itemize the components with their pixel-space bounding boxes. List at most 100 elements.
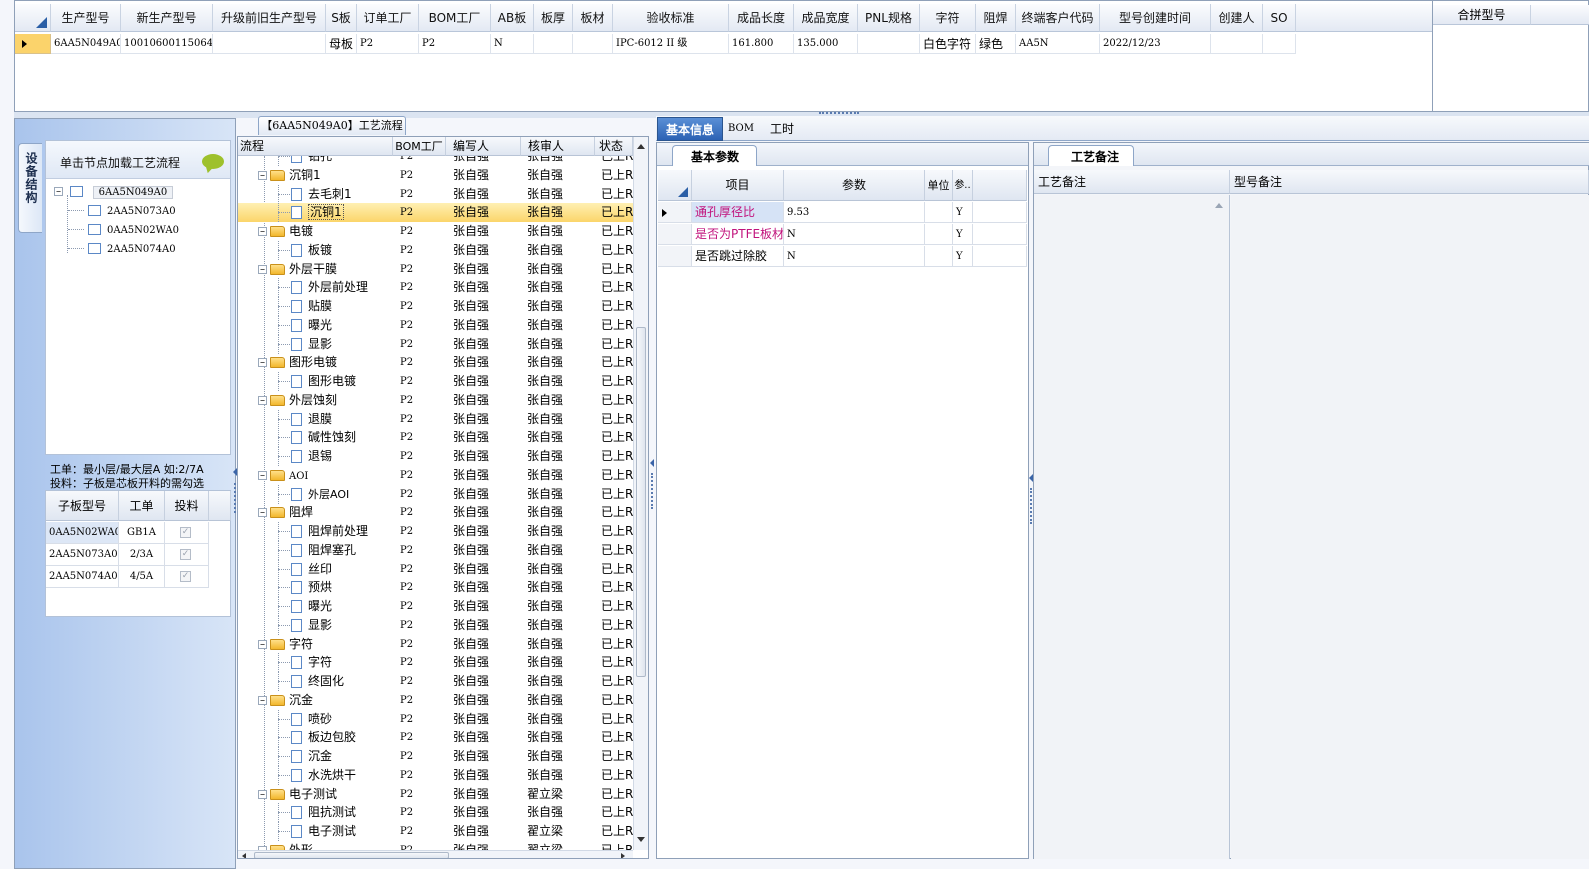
mid-splitter-grip-icon[interactable] bbox=[651, 473, 653, 509]
process-group-row[interactable]: − 阻焊 P2 张自强 张自强 已上R bbox=[238, 503, 633, 522]
collapse-toggle-icon[interactable]: − bbox=[258, 695, 267, 705]
param-item[interactable]: 通孔厚径比 bbox=[692, 202, 784, 223]
col-header-pnl-spec[interactable]: PNL规格 bbox=[858, 4, 920, 32]
sub-cell-order[interactable]: 2/3A bbox=[119, 544, 165, 566]
col-header-production-model[interactable]: 生产型号 bbox=[51, 4, 121, 32]
process-group-row[interactable]: − 外层干膜 P2 张自强 张自强 已上R bbox=[238, 260, 633, 279]
sub-cell-model[interactable]: 2AA5N073A0 bbox=[46, 544, 119, 566]
cell-model-create-time[interactable]: 2022/12/23 bbox=[1100, 34, 1211, 54]
process-name-cell[interactable]: − 沉铜1 bbox=[238, 166, 393, 185]
param-row-selector[interactable] bbox=[658, 224, 692, 245]
process-step-row[interactable]: 预烘 P2 张自强 张自强 已上R bbox=[238, 578, 633, 598]
process-step-row[interactable]: 碱性蚀刻 P2 张自强 张自强 已上R bbox=[238, 428, 633, 448]
param-unit[interactable] bbox=[925, 202, 953, 223]
process-name-cell[interactable]: 阻焊前处理 bbox=[238, 522, 393, 541]
process-step-row[interactable]: 外层前处理 P2 张自强 张自强 已上R bbox=[238, 278, 633, 298]
cell-solder-mask[interactable]: 绿色 bbox=[976, 34, 1016, 54]
process-name-cell[interactable]: 图形电镀 bbox=[238, 372, 393, 391]
process-step-row[interactable]: 阻焊前处理 P2 张自强 张自强 已上R bbox=[238, 522, 633, 541]
notes-header-model[interactable]: 型号备注 bbox=[1230, 170, 1589, 194]
process-group-row[interactable]: − 沉铜1 P2 张自强 张自强 已上R bbox=[238, 166, 633, 185]
notes-header-process[interactable]: 工艺备注 bbox=[1034, 170, 1230, 194]
param-unit[interactable] bbox=[925, 224, 953, 245]
process-step-row[interactable]: 去毛刺1 P2 张自强 张自强 已上R bbox=[238, 184, 633, 204]
param-value[interactable]: N bbox=[784, 246, 925, 267]
basic-params-corner[interactable] bbox=[658, 170, 692, 201]
process-step-row[interactable]: 水洗烘干 P2 张自强 张自强 已上R bbox=[238, 765, 633, 785]
sub-cell-feed[interactable]: ✓ bbox=[165, 544, 209, 566]
process-group-row[interactable]: − 字符 P2 张自强 张自强 已上R bbox=[238, 635, 633, 654]
param-header-unit[interactable]: 单位 bbox=[925, 170, 953, 201]
cell-so[interactable] bbox=[1263, 34, 1296, 54]
param-header-item[interactable]: 项目 bbox=[692, 170, 784, 201]
process-step-row[interactable]: 显影 P2 张自强 张自强 已上R bbox=[238, 615, 633, 635]
sub-header-model[interactable]: 子板型号 bbox=[46, 491, 119, 521]
tree-child-node[interactable]: 2AA5N073A0 bbox=[88, 202, 176, 219]
col-header-board-material[interactable]: 板材 bbox=[573, 4, 613, 32]
col-header-legend-char[interactable]: 字符 bbox=[920, 4, 976, 32]
process-name-cell[interactable]: 板镀 bbox=[238, 240, 393, 260]
process-name-cell[interactable]: 去毛刺1 bbox=[238, 184, 393, 204]
proc-header-writer[interactable]: 编写人 bbox=[446, 137, 521, 156]
mid-collapse-arrow-icon[interactable] bbox=[650, 459, 654, 467]
col-header-s-board[interactable]: S板 bbox=[326, 4, 357, 32]
sub-cell-order[interactable]: GB1A bbox=[119, 522, 165, 544]
process-name-cell[interactable]: 水洗烘干 bbox=[238, 765, 393, 785]
process-step-row[interactable]: 沉金 P2 张自强 张自强 已上R bbox=[238, 747, 633, 766]
param-flag[interactable]: Y bbox=[953, 202, 973, 223]
proc-hscrollbar[interactable] bbox=[238, 850, 633, 858]
col-header-finished-width[interactable]: 成品宽度 bbox=[794, 4, 858, 32]
process-name-cell[interactable]: − 外层蚀刻 bbox=[238, 391, 393, 410]
model-notes-textarea[interactable] bbox=[1231, 195, 1589, 859]
cell-bom-factory[interactable]: P2 bbox=[419, 34, 491, 54]
col-header-ab-board[interactable]: AB板 bbox=[491, 4, 534, 32]
feed-checkbox[interactable]: ✓ bbox=[180, 571, 191, 582]
sub-cell-model[interactable]: 2AA5N074A0 bbox=[46, 566, 119, 588]
feed-checkbox[interactable]: ✓ bbox=[180, 527, 191, 538]
process-group-row[interactable]: − 外层蚀刻 P2 张自强 张自强 已上R bbox=[238, 391, 633, 410]
tab-process-notes[interactable]: 工艺备注 bbox=[1048, 145, 1134, 166]
cell-legend-char[interactable]: 白色字符 bbox=[920, 34, 976, 54]
process-step-row[interactable]: 沉铜1 P2 张自强 张自强 已上R bbox=[238, 203, 633, 223]
process-name-cell[interactable]: 终固化 bbox=[238, 672, 393, 691]
collapse-toggle-icon[interactable]: − bbox=[258, 395, 267, 405]
tree-child-node[interactable]: 0AA5N02WA0 bbox=[88, 221, 179, 238]
vertical-tab-device-structure[interactable]: 设备结构 bbox=[18, 143, 42, 233]
proc-header-flow[interactable]: 流程 bbox=[238, 137, 393, 156]
collapse-toggle-icon[interactable]: − bbox=[258, 639, 267, 649]
cell-acceptance-standard[interactable]: IPC-6012 II 级 bbox=[613, 34, 729, 54]
process-title-tab[interactable]: 【6AA5N049A0】工艺流程 bbox=[258, 116, 406, 135]
process-name-cell[interactable]: − AOI bbox=[238, 466, 393, 485]
process-name-cell[interactable]: − 电镀 bbox=[238, 222, 393, 241]
process-name-cell[interactable]: 外层AOI bbox=[238, 484, 393, 504]
param-item[interactable]: 是否为PTFE板材 bbox=[692, 224, 784, 245]
col-header-acceptance-standard[interactable]: 验收标准 bbox=[613, 4, 729, 32]
process-step-row[interactable]: 终固化 P2 张自强 张自强 已上R bbox=[238, 672, 633, 691]
process-step-row[interactable]: 喷砂 P2 张自强 张自强 已上R bbox=[238, 709, 633, 729]
proc-vscrollbar[interactable] bbox=[633, 137, 648, 850]
process-name-cell[interactable]: − 外层干膜 bbox=[238, 260, 393, 279]
process-name-cell[interactable]: 丝印 bbox=[238, 559, 393, 579]
collapse-toggle-icon[interactable]: − bbox=[54, 187, 63, 196]
cell-s-board[interactable]: 母板 bbox=[326, 34, 357, 54]
process-group-row[interactable]: − 沉金 P2 张自强 张自强 已上R bbox=[238, 691, 633, 710]
param-row-selector[interactable] bbox=[658, 202, 692, 223]
process-name-cell[interactable]: 阻焊塞孔 bbox=[238, 540, 393, 560]
process-name-cell[interactable]: 沉铜1 bbox=[238, 203, 393, 223]
cell-board-thickness[interactable] bbox=[534, 34, 573, 54]
process-step-row[interactable]: 板镀 P2 张自强 张自强 已上R bbox=[238, 240, 633, 260]
process-step-row[interactable]: 显影 P2 张自强 张自强 已上R bbox=[238, 334, 633, 354]
process-name-cell[interactable]: 字符 bbox=[238, 653, 393, 673]
proc-header-bom[interactable]: BOM工厂 bbox=[393, 137, 446, 156]
param-unit[interactable] bbox=[925, 246, 953, 267]
sub-header-feed[interactable]: 投料 bbox=[165, 491, 209, 521]
process-name-cell[interactable]: − 电子测试 bbox=[238, 785, 393, 804]
tab-bom[interactable]: BOM bbox=[723, 117, 759, 141]
merge-header[interactable]: 合拼型号 bbox=[1433, 5, 1531, 25]
col-header-so[interactable]: SO bbox=[1263, 4, 1296, 32]
tab-basic-info[interactable]: 基本信息 bbox=[657, 117, 723, 141]
process-step-row[interactable]: 板边包胶 P2 张自强 张自强 已上R bbox=[238, 728, 633, 748]
sub-cell-order[interactable]: 4/5A bbox=[119, 566, 165, 588]
sub-cell-model[interactable]: 0AA5N02WA0 bbox=[46, 522, 119, 544]
param-value[interactable]: 9.53 bbox=[784, 202, 925, 223]
